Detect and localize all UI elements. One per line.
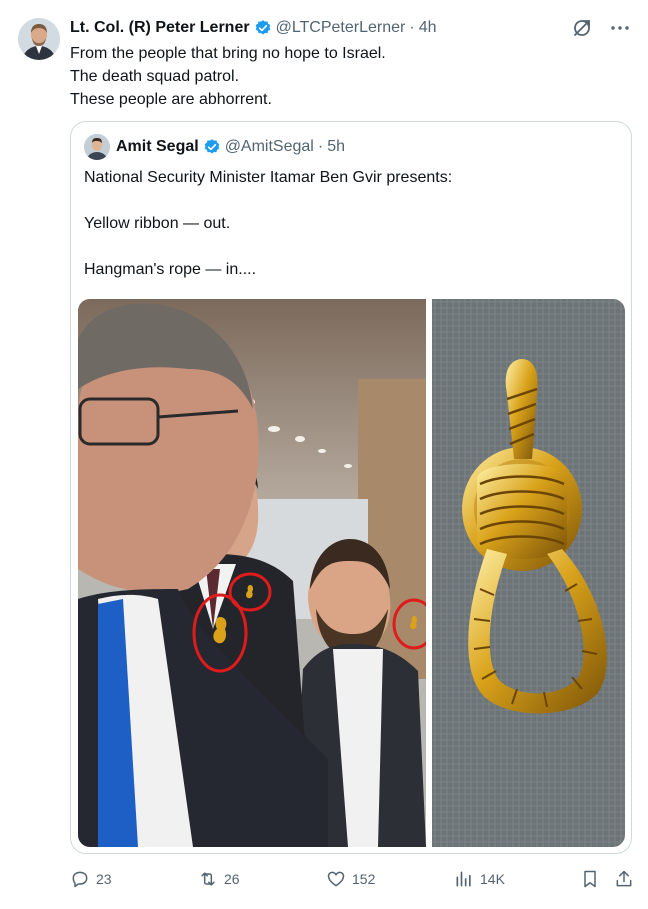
author-avatar[interactable] <box>18 18 60 60</box>
separator-dot: · <box>409 19 415 36</box>
author-handle[interactable]: @LTCPeterLerner <box>276 19 406 37</box>
author-name[interactable]: Lt. Col. (R) Peter Lerner <box>70 19 250 37</box>
tweet-text: From the people that bring no hope to Is… <box>70 42 610 111</box>
separator-dot: · <box>317 138 324 155</box>
tweet-header: Lt. Col. (R) Peter Lerner @LTCPeterLerne… <box>70 16 630 40</box>
quoted-tweet[interactable]: Amit Segal @AmitSegal · 5h National Secu… <box>70 121 632 854</box>
quoted-tweet-header: Amit Segal @AmitSegal · 5h <box>84 134 345 160</box>
bookmark-button[interactable] <box>580 866 600 892</box>
views-count: 14K <box>480 871 505 887</box>
quoted-paragraph: National Security Minister Itamar Ben Gv… <box>84 169 453 186</box>
header-actions <box>572 16 630 40</box>
like-icon <box>326 869 346 889</box>
tweet-actions: 23 26 152 14K <box>70 866 638 892</box>
repost-icon <box>198 869 218 889</box>
share-button[interactable] <box>614 866 634 892</box>
share-icon <box>614 869 634 889</box>
grok-icon[interactable] <box>572 18 592 38</box>
quoted-author-name[interactable]: Amit Segal <box>116 138 199 156</box>
photo-men-with-pins[interactable] <box>78 299 426 847</box>
repost-button[interactable]: 26 <box>198 866 240 892</box>
quoted-tweet-text: National Security Minister Itamar Ben Gv… <box>84 166 614 304</box>
like-count: 152 <box>352 871 376 887</box>
verified-badge-icon[interactable] <box>254 19 272 37</box>
views-button[interactable]: 14K <box>454 866 505 892</box>
quoted-author-avatar[interactable] <box>84 134 110 160</box>
reply-icon <box>70 869 90 889</box>
quoted-paragraph: Hangman's rope — in.... <box>84 261 257 278</box>
like-button[interactable]: 152 <box>326 866 375 892</box>
views-icon <box>454 869 474 889</box>
tweet-line: From the people that bring no hope to Is… <box>70 45 386 62</box>
quoted-author-handle[interactable]: @AmitSegal <box>225 138 314 156</box>
verified-badge-icon[interactable] <box>203 138 221 156</box>
bookmark-icon <box>580 869 600 889</box>
tweet-line: The death squad patrol. <box>70 68 240 85</box>
tweet: Lt. Col. (R) Peter Lerner @LTCPeterLerne… <box>0 0 648 909</box>
quoted-paragraph: Yellow ribbon — out. <box>84 215 231 232</box>
reply-button[interactable]: 23 <box>70 866 112 892</box>
photo-noose-pin[interactable] <box>432 299 625 847</box>
repost-count: 26 <box>224 871 240 887</box>
more-icon[interactable] <box>610 18 630 38</box>
quoted-tweet-time[interactable]: 5h <box>327 138 345 156</box>
reply-count: 23 <box>96 871 112 887</box>
tweet-time[interactable]: 4h <box>419 19 437 37</box>
quoted-media <box>78 299 625 847</box>
tweet-line: These people are abhorrent. <box>70 91 272 108</box>
